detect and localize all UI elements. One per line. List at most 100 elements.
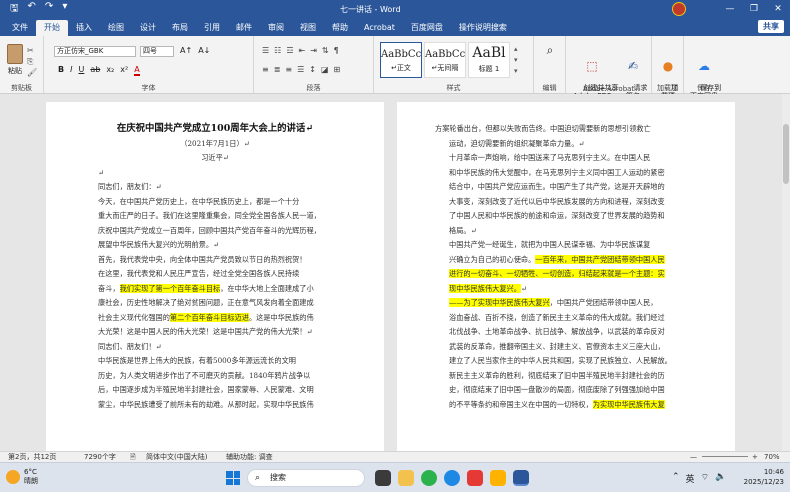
- text-line[interactable]: 武装的反革命，推翻帝国主义、封建主义、官僚资本主义三座大山，: [435, 340, 697, 354]
- align-left-icon[interactable]: ≡: [262, 65, 269, 74]
- copy-icon[interactable]: ⎘: [27, 56, 37, 67]
- account-avatar[interactable]: [672, 2, 686, 16]
- show-marks-icon[interactable]: ¶: [334, 46, 339, 55]
- restore-button[interactable]: ❐: [742, 0, 766, 18]
- shading-icon[interactable]: ◪: [321, 65, 329, 74]
- tab-draw[interactable]: 绘图: [100, 20, 132, 36]
- text-line[interactable]: 兴确立为自己的初心使命。一百年来，中国共产党团结带领中国人民: [435, 253, 697, 267]
- zoom-level[interactable]: 70%: [764, 452, 780, 462]
- edge-icon[interactable]: [444, 470, 460, 486]
- text-line[interactable]: （2021年7月1日）↵: [84, 137, 346, 151]
- text-line[interactable]: 进行的一切奋斗、一切牺牲、一切创造，归结起来就是一个主题：实: [435, 267, 697, 281]
- browser-icon[interactable]: [490, 470, 506, 486]
- text-line[interactable]: 历史，为人类文明进步作出了不可磨灭的贡献。1840年鸦片战争以: [84, 369, 346, 383]
- text-line[interactable]: 和中华民族的伟大觉醒中，在马克思列宁主义同中国工人运动的紧密: [435, 166, 697, 180]
- tab-references[interactable]: 引用: [196, 20, 228, 36]
- windows-start-icon[interactable]: [226, 471, 240, 485]
- bold-button[interactable]: B: [58, 65, 64, 76]
- text-line[interactable]: 社会主义现代化强国的第二个百年奋斗目标迈进。这是中华民族的伟: [84, 311, 346, 325]
- text-line[interactable]: 蒙尘，中华民族遭受了前所未有的劫难。从那时起，实现中华民族伟: [84, 398, 346, 412]
- increase-indent-icon[interactable]: ⇥: [310, 46, 317, 55]
- text-line[interactable]: 格局。↵: [435, 224, 697, 238]
- text-line[interactable]: 新民主主义革命的胜利，彻底结束了旧中国半殖民地半封建社会的历: [435, 369, 697, 383]
- grow-font-icon[interactable]: A↑: [180, 46, 192, 55]
- tab-layout[interactable]: 布局: [164, 20, 196, 36]
- text-line[interactable]: 重大而庄严的日子。我们在这里隆重集会，同全党全国各族人民一道，: [84, 209, 346, 223]
- shrink-font-icon[interactable]: A↓: [198, 46, 210, 55]
- format-painter-icon[interactable]: 🖌: [27, 67, 37, 78]
- text-line[interactable]: 在这里，我代表党和人民庄严宣告，经过全党全国各族人民持续: [84, 267, 346, 281]
- clock[interactable]: 10:46 2025/12/23: [744, 467, 784, 487]
- italic-button[interactable]: I: [70, 65, 72, 76]
- style-heading1[interactable]: AaBl 标题 1: [468, 42, 510, 78]
- text-line[interactable]: 今天，在中国共产党历史上，在中华民族历史上，都是一个十分: [84, 195, 346, 209]
- text-line[interactable]: 展望中华民族伟大复兴的光明前景。↵: [84, 238, 346, 252]
- subscript-button[interactable]: x₂: [106, 65, 114, 76]
- borders-icon[interactable]: ⊞: [334, 65, 341, 74]
- text-line[interactable]: 大事变，深刻改变了近代以后中华民族发展的方向和进程，深刻改变: [435, 195, 697, 209]
- share-button[interactable]: 共享: [758, 20, 784, 33]
- zoom-out-button[interactable]: —: [690, 452, 697, 462]
- tab-file[interactable]: 文件: [4, 20, 36, 36]
- page-count[interactable]: 第2页，共12页: [8, 452, 56, 462]
- font-name-select[interactable]: 方正仿宋_GBK: [54, 46, 136, 57]
- network-icon[interactable]: ⌔: [701, 472, 709, 485]
- minimize-button[interactable]: —: [718, 0, 742, 18]
- tab-baidu[interactable]: 百度网盘: [403, 20, 451, 36]
- find-button[interactable]: ⌕: [538, 42, 562, 60]
- ime-lang[interactable]: 英: [686, 472, 695, 485]
- text-line[interactable]: 建立了人民当家作主的中华人民共和国，实现了民族独立、人民解放。: [435, 354, 697, 368]
- text-line[interactable]: 北伐战争、土地革命战争、抗日战争、解放战争，以武装的革命反对: [435, 325, 697, 339]
- text-line[interactable]: 康社会，历史性地解决了绝对贫困问题，正在意气风发向着全面建成: [84, 296, 346, 310]
- tab-home[interactable]: 开始: [36, 20, 68, 36]
- vertical-scrollbar[interactable]: [782, 94, 790, 451]
- redo-icon[interactable]: ↷: [45, 1, 53, 18]
- text-line[interactable]: 中华民族是世界上伟大的民族，有着5000多年源远流长的文明: [84, 354, 346, 368]
- sort-icon[interactable]: ⇅: [322, 46, 329, 55]
- text-line[interactable]: 同志们、朋友们！↵: [84, 340, 346, 354]
- tab-view[interactable]: 视图: [292, 20, 324, 36]
- app-icon[interactable]: [467, 470, 483, 486]
- align-center-icon[interactable]: ≣: [274, 65, 281, 74]
- paste-label[interactable]: 粘贴: [8, 66, 22, 76]
- word-count[interactable]: 7290个字: [84, 452, 116, 462]
- paste-icon[interactable]: [7, 44, 23, 64]
- scrollbar-thumb[interactable]: [783, 124, 789, 184]
- text-line[interactable]: 庆祝中国共产党成立一百周年，回顾中国共产党百年奋斗的光辉历程，: [84, 224, 346, 238]
- text-line[interactable]: 习近平↵: [84, 151, 346, 165]
- customize-qat-icon[interactable]: ▾: [62, 1, 67, 18]
- text-line[interactable]: 的不平等条约和帝国主义在中国的一切特权，为实现中华民族伟大复: [435, 398, 697, 412]
- language-status[interactable]: 简体中文(中国大陆): [146, 452, 207, 462]
- line-spacing-icon[interactable]: ↕: [309, 65, 316, 74]
- zoom-slider[interactable]: [702, 456, 748, 457]
- page-2[interactable]: 方案轮番出台，但都以失败而告终。中国迫切需要新的思想引领救亡 运动，迫切需要新的组…: [397, 102, 735, 451]
- save-icon[interactable]: 🖫: [10, 1, 19, 18]
- text-line[interactable]: ↵: [84, 166, 346, 180]
- underline-button[interactable]: U: [78, 65, 84, 76]
- text-line[interactable]: 首先，我代表党中央，向全体中国共产党员致以节日的热烈祝贺！: [84, 253, 346, 267]
- font-size-select[interactable]: 四号: [140, 46, 174, 57]
- task-view-icon[interactable]: [375, 470, 391, 486]
- proofing-icon[interactable]: 🗎: [130, 452, 136, 462]
- taskbar-search[interactable]: ⌕ 搜索: [247, 469, 365, 487]
- tab-insert[interactable]: 插入: [68, 20, 100, 36]
- text-line[interactable]: 十月革命一声炮响，给中国送来了马克思列宁主义。在中国人民: [435, 151, 697, 165]
- volume-icon[interactable]: 🔈: [715, 472, 726, 485]
- style-normal[interactable]: AaBbCc ↵正文: [380, 42, 422, 78]
- styles-scroll[interactable]: ▴ ▾ ▾: [514, 44, 518, 77]
- page-1[interactable]: 在庆祝中国共产党成立100周年大会上的讲话↵ （2021年7月1日）↵ 习近平↵ ↵ 同…: [46, 102, 384, 451]
- superscript-button[interactable]: x²: [120, 65, 128, 76]
- zoom-in-button[interactable]: +: [752, 452, 758, 462]
- text-line[interactable]: 中国共产党一经诞生，就把为中国人民谋幸福、为中华民族谋复: [435, 238, 697, 252]
- bullets-icon[interactable]: ☰: [262, 46, 269, 55]
- numbering-icon[interactable]: ☷: [274, 46, 281, 55]
- editing-group-label[interactable]: 编辑: [534, 83, 565, 93]
- tab-acrobat[interactable]: Acrobat: [356, 20, 403, 36]
- tab-design[interactable]: 设计: [132, 20, 164, 36]
- file-explorer-icon[interactable]: [398, 470, 414, 486]
- text-line[interactable]: 运动，迫切需要新的组织凝聚革命力量。↵: [435, 137, 697, 151]
- text-line[interactable]: 方案轮番出台，但都以失败而告终。中国迫切需要新的思想引领救亡: [435, 122, 697, 136]
- decrease-indent-icon[interactable]: ⇤: [299, 46, 306, 55]
- weather-widget[interactable]: 6°C 晴朗: [6, 468, 38, 486]
- word-taskbar-icon[interactable]: [513, 470, 529, 486]
